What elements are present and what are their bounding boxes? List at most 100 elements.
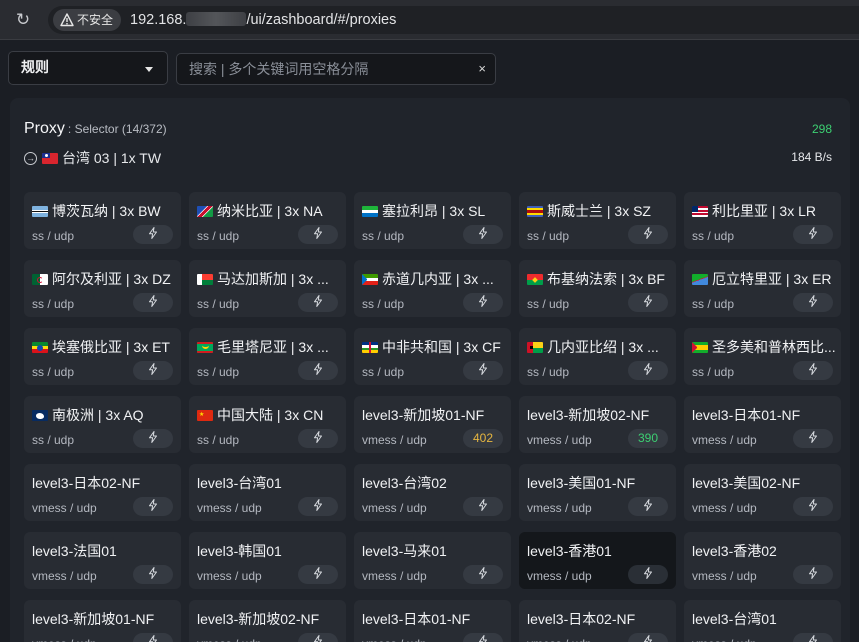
flag-icon xyxy=(32,274,48,285)
latency-test-button[interactable] xyxy=(793,497,833,516)
node-name: level3-美国01-NF xyxy=(527,473,671,493)
proxy-node-card[interactable]: 斯威士兰 | 3x SZ ss / udp xyxy=(519,192,676,249)
proxy-node-card[interactable]: level3-日本02-NF vmess / udp xyxy=(519,600,676,642)
latency-test-button[interactable] xyxy=(463,361,503,380)
proxy-node-card[interactable]: 利比里亚 | 3x LR ss / udp xyxy=(684,192,841,249)
latency-test-button[interactable] xyxy=(793,633,833,642)
proxy-node-card[interactable]: level3-日本01-NF vmess / udp xyxy=(354,600,511,642)
node-name-text: 南极洲 | 3x AQ xyxy=(52,407,144,423)
latency-test-button[interactable] xyxy=(628,361,668,380)
latency-test-button[interactable] xyxy=(133,497,173,516)
latency-badge[interactable]: 402 xyxy=(463,429,503,448)
proxy-node-card[interactable]: level3-法国01 vmess / udp xyxy=(24,532,181,589)
latency-test-button[interactable] xyxy=(298,361,338,380)
proxy-node-card[interactable]: 圣多美和普林西比... ss / udp xyxy=(684,328,841,385)
proxy-node-card[interactable]: 中非共和国 | 3x CF ss / udp xyxy=(354,328,511,385)
lightning-icon xyxy=(314,567,322,579)
node-name: 阿尔及利亚 | 3x DZ xyxy=(32,269,176,289)
latency-test-button[interactable] xyxy=(463,633,503,642)
proxy-node-card[interactable]: level3-香港02 vmess / udp xyxy=(684,532,841,589)
proxy-node-card[interactable]: 几内亚比绍 | 3x ... ss / udp xyxy=(519,328,676,385)
latency-test-button[interactable] xyxy=(298,633,338,642)
latency-test-button[interactable] xyxy=(793,565,833,584)
proxy-node-card[interactable]: 南极洲 | 3x AQ ss / udp xyxy=(24,396,181,453)
proxy-node-card[interactable]: 布基纳法索 | 3x BF ss / udp xyxy=(519,260,676,317)
latency-test-button[interactable] xyxy=(133,429,173,448)
proxy-node-card[interactable]: level3-香港01 vmess / udp xyxy=(519,532,676,589)
proxy-node-card[interactable]: level3-美国02-NF vmess / udp xyxy=(684,464,841,521)
lightning-icon xyxy=(809,227,817,239)
latency-badge[interactable]: 390 xyxy=(628,429,668,448)
node-protocol: vmess / udp xyxy=(32,501,97,515)
proxy-node-card[interactable]: level3-台湾01 vmess / udp xyxy=(189,464,346,521)
node-protocol: ss / udp xyxy=(197,229,240,243)
proxy-node-card[interactable]: level3-日本01-NF vmess / udp xyxy=(684,396,841,453)
proxy-node-card[interactable]: level3-台湾02 vmess / udp xyxy=(354,464,511,521)
proxy-node-card[interactable]: ★ 中国大陆 | 3x CN ss / udp xyxy=(189,396,346,453)
latency-test-button[interactable] xyxy=(628,225,668,244)
proxy-node-card[interactable]: 阿尔及利亚 | 3x DZ ss / udp xyxy=(24,260,181,317)
node-name-text: level3-日本01-NF xyxy=(692,407,801,423)
latency-test-button[interactable] xyxy=(793,429,833,448)
group-latency[interactable]: 298 xyxy=(812,122,832,136)
latency-test-button[interactable] xyxy=(298,429,338,448)
proxy-node-card[interactable]: level3-新加坡01-NF vmess / udp 402 xyxy=(354,396,511,453)
proxy-node-card[interactable]: level3-美国01-NF vmess / udp xyxy=(519,464,676,521)
latency-test-button[interactable] xyxy=(463,565,503,584)
proxy-node-card[interactable]: 埃塞俄比亚 | 3x ET ss / udp xyxy=(24,328,181,385)
proxy-node-card[interactable]: 厄立特里亚 | 3x ER ss / udp xyxy=(684,260,841,317)
mode-select-value: 规则 xyxy=(21,59,49,75)
proxy-node-card[interactable]: 毛里塔尼亚 | 3x ... ss / udp xyxy=(189,328,346,385)
lightning-icon xyxy=(479,499,487,511)
latency-test-button[interactable] xyxy=(793,293,833,312)
node-name: level3-韩国01 xyxy=(197,541,341,561)
proxy-node-card[interactable]: level3-日本02-NF vmess / udp xyxy=(24,464,181,521)
proxy-node-card[interactable]: level3-新加坡02-NF vmess / udp xyxy=(189,600,346,642)
node-name-text: level3-台湾01 xyxy=(692,611,777,627)
flag-icon xyxy=(32,342,48,353)
url-host: 192.168. xyxy=(130,12,187,28)
latency-test-button[interactable] xyxy=(628,293,668,312)
latency-test-button[interactable] xyxy=(463,293,503,312)
latency-test-button[interactable] xyxy=(298,497,338,516)
proxy-node-card[interactable]: level3-韩国01 vmess / udp xyxy=(189,532,346,589)
proxy-node-card[interactable]: 马达加斯加 | 3x ... ss / udp xyxy=(189,260,346,317)
proxy-node-card[interactable]: level3-台湾01 vmess / udp xyxy=(684,600,841,642)
proxy-node-card[interactable]: 博茨瓦纳 | 3x BW ss / udp xyxy=(24,192,181,249)
flag-icon xyxy=(362,342,378,353)
node-protocol: ss / udp xyxy=(692,365,735,379)
proxy-node-card[interactable]: 纳米比亚 | 3x NA ss / udp xyxy=(189,192,346,249)
latency-test-button[interactable] xyxy=(298,293,338,312)
latency-test-button[interactable] xyxy=(463,497,503,516)
latency-test-button[interactable] xyxy=(793,225,833,244)
node-protocol: ss / udp xyxy=(197,365,240,379)
latency-test-button[interactable] xyxy=(133,565,173,584)
group-header[interactable]: Proxy: Selector (14/372) xyxy=(24,120,167,138)
address-bar[interactable]: 不安全 192.168. /ui/zashboard/#/proxies xyxy=(48,6,859,34)
latency-test-button[interactable] xyxy=(298,565,338,584)
clear-icon[interactable]: × xyxy=(478,60,486,78)
mode-select[interactable]: 规则 xyxy=(8,51,168,85)
proxy-node-card[interactable]: level3-新加坡02-NF vmess / udp 390 xyxy=(519,396,676,453)
security-chip[interactable]: 不安全 xyxy=(53,9,121,31)
proxy-node-card[interactable]: level3-新加坡01-NF vmess / udp xyxy=(24,600,181,642)
latency-test-button[interactable] xyxy=(133,225,173,244)
reload-icon[interactable]: ↻ xyxy=(12,9,34,31)
search-input[interactable] xyxy=(189,58,469,80)
proxy-node-card[interactable]: level3-马来01 vmess / udp xyxy=(354,532,511,589)
latency-test-button[interactable] xyxy=(298,225,338,244)
proxy-node-card[interactable]: 赤道几内亚 | 3x ... ss / udp xyxy=(354,260,511,317)
proxy-node-card[interactable]: 塞拉利昂 | 3x SL ss / udp xyxy=(354,192,511,249)
node-protocol: vmess / udp xyxy=(692,569,757,583)
latency-test-button[interactable] xyxy=(133,293,173,312)
latency-test-button[interactable] xyxy=(628,497,668,516)
latency-test-button[interactable] xyxy=(793,361,833,380)
latency-test-button[interactable] xyxy=(133,633,173,642)
latency-test-button[interactable] xyxy=(133,361,173,380)
node-name-text: level3-香港02 xyxy=(692,543,777,559)
latency-test-button[interactable] xyxy=(628,633,668,642)
node-name: 圣多美和普林西比... xyxy=(692,337,836,357)
latency-test-button[interactable] xyxy=(628,565,668,584)
latency-test-button[interactable] xyxy=(463,225,503,244)
lightning-icon xyxy=(809,431,817,443)
